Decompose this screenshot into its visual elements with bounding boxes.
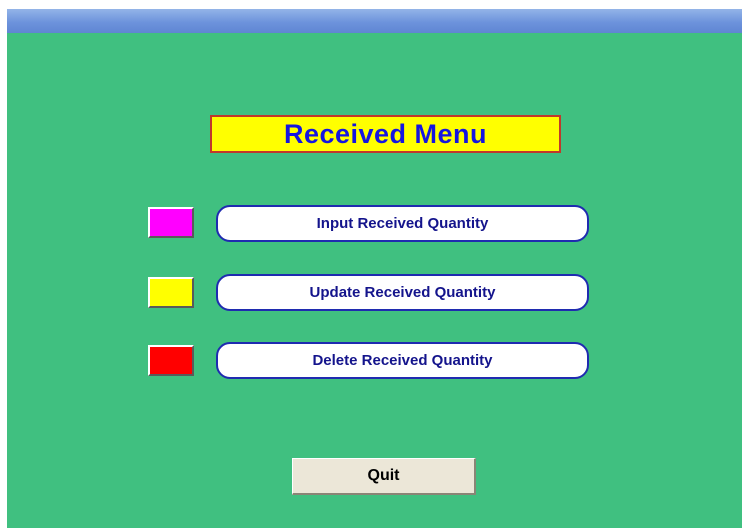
update-color-swatch xyxy=(148,277,194,308)
input-received-quantity-button[interactable]: Input Received Quantity xyxy=(216,205,589,242)
title-bar[interactable] xyxy=(7,9,742,33)
input-color-swatch xyxy=(148,207,194,238)
page-title: Received Menu xyxy=(210,115,561,153)
update-received-quantity-button[interactable]: Update Received Quantity xyxy=(216,274,589,311)
delete-received-quantity-button[interactable]: Delete Received Quantity xyxy=(216,342,589,379)
quit-button[interactable]: Quit xyxy=(292,458,476,495)
delete-color-swatch xyxy=(148,345,194,376)
app-window: Received Menu Input Received Quantity Up… xyxy=(7,9,742,528)
